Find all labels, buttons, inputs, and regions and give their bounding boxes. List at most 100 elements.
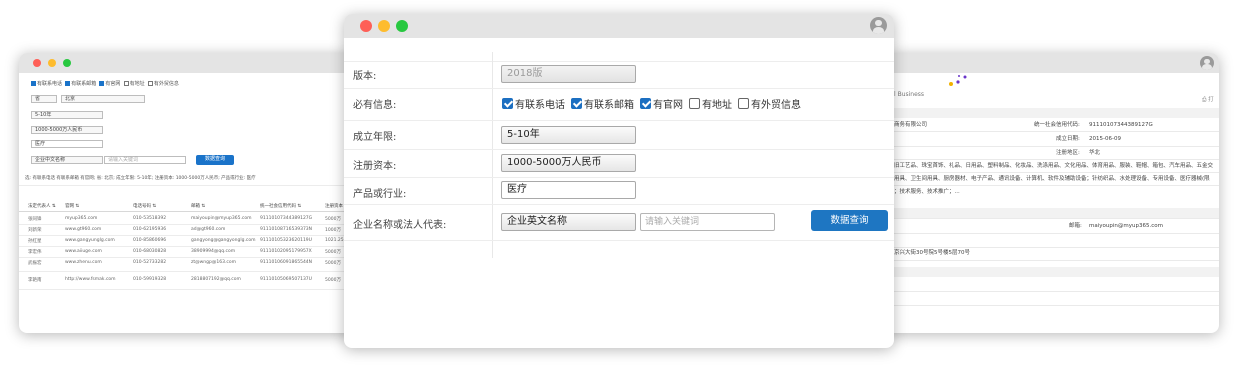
scope-line: 用具、卫生间用具、厨房器材、电子产品、通讯设备、计算机、软件及辅助设备；针纺织品… [894,176,1210,182]
scope-line: 旧工艺品、珠宝首饰、礼品、日用品、塑料制品、化妆品、洗涤用品、文化用品、体育用品… [894,163,1214,169]
checkbox-email[interactable]: 有联系邮箱 [571,96,634,111]
checkbox-checked-icon [571,98,582,109]
cell: 武振宏 [28,261,42,266]
capital-select[interactable]: 1000-5000万人民币 [501,154,636,172]
years-label: 成立年限: [353,132,397,143]
cell: http://www.fsmak.com [65,277,116,282]
cell: 5000万 [325,217,341,222]
right-window: l Business ⎙ 打 商务有限公司 统一社会信用代码: 91110107… [884,53,1219,333]
address-value: 京兴大街30号院5号楼5层70号 [894,250,970,256]
cell: 010-53518392 [133,216,167,221]
company-name: 商务有限公司 [894,122,928,128]
cell: myup365.com [65,216,98,221]
query-button[interactable]: 数据查询 [196,155,234,165]
cell: 2818807192@qq.com [191,277,241,282]
checkbox-phone[interactable]: 有联系电话 [502,96,565,111]
checkbox-website[interactable]: 有官网 [640,96,683,111]
capital-select[interactable]: 1000-5000万人民币 [31,126,103,134]
right-window-titlebar [884,53,1219,73]
col-legal-rep[interactable]: 法定代表人 ⇅ [28,203,56,209]
left-window: 有联系电话 有联系邮箱 有官网 有地址 有外贸信息 省 北京 5-10年 100… [19,53,359,333]
left-required-checkboxes: 有联系电话 有联系邮箱 有官网 有地址 有外贸信息 [31,81,179,88]
years-select[interactable]: 5-10年 [31,111,103,119]
region-label: 注册地区: [1056,150,1080,156]
cell: 5000万 [325,250,341,255]
cell: 孙红星 [28,239,42,244]
name-type-select[interactable]: 企业英文名称 [501,213,636,231]
checkbox-phone[interactable]: 有联系电话 [31,81,62,87]
email-label: 邮箱: [1069,223,1082,229]
col-email[interactable]: 邮箱 ⇅ [191,203,205,209]
cell: 李艳南 [28,278,42,283]
founded-value: 2015-06-09 [1089,136,1121,142]
maximize-dot-icon[interactable] [63,59,71,67]
cell: www.zhenu.com [65,260,102,265]
col-website[interactable]: 官网 ⇅ [65,203,79,209]
print-icon[interactable]: ⎙ 打 [1202,97,1214,104]
keyword-input[interactable]: 请输入关键词 [640,213,775,231]
credit-code-value: 91110107344389127G [1089,122,1153,128]
province-select[interactable]: 省 [31,95,57,103]
checkbox-checked-icon [640,98,651,109]
checkbox-label: 有外贸信息 [751,100,801,111]
cell: maiyoupin@myup365.com [191,216,252,221]
checkbox-unchecked-icon [738,98,749,109]
close-dot-icon[interactable] [360,20,372,32]
col-phone[interactable]: 电话号码 ⇅ [133,203,156,209]
checkbox-trade[interactable]: 有外贸信息 [147,81,179,87]
years-select[interactable]: 5-10年 [501,126,636,144]
industry-input[interactable]: 医疗 [31,140,103,148]
avatar-icon[interactable] [870,17,887,34]
required-info-label: 必有信息: [353,100,397,111]
cell: 5000万 [325,278,341,283]
cell: gangyong@gangyonglg.com [191,238,256,243]
logo-icon [949,75,967,86]
city-select[interactable]: 北京 [61,95,145,103]
cell: www.gt960.com [65,227,102,232]
version-select[interactable]: 2018版 [501,65,636,83]
checkbox-checked-icon [502,98,513,109]
cell: 91110106091865544N [260,260,313,265]
checkbox-trade[interactable]: 有外贸信息 [738,96,801,111]
cell: 91110105323620119U [260,238,312,243]
checkbox-address[interactable]: 有地址 [689,96,732,111]
required-info-options: 有联系电话 有联系邮箱 有官网 有地址 有外贸信息 [502,96,807,111]
filter-summary: 选: 有联系电话 有联系邮箱 有官网; 省: 北京; 成立年限: 5-10年; … [25,176,256,181]
close-dot-icon[interactable] [33,59,41,67]
cell: 010-52733282 [133,260,167,265]
region-value: 华北 [1089,150,1101,156]
version-label: 版本: [353,71,377,82]
avatar-icon[interactable] [1200,56,1214,70]
cell: 010-85860696 [133,238,167,243]
credit-code-label: 统一社会信用代码: [1034,122,1080,128]
minimize-dot-icon[interactable] [378,20,390,32]
minimize-dot-icon[interactable] [48,59,56,67]
cell: www.gangyunglg.com [65,238,115,243]
checkbox-label: 有联系邮箱 [584,100,634,111]
checkbox-address[interactable]: 有地址 [123,81,145,87]
maximize-dot-icon[interactable] [396,20,408,32]
query-button[interactable]: 数据查询 [811,210,888,231]
cell: 刘新荣 [28,228,42,233]
brand-text: l Business [894,91,925,98]
cell: 91110105069507137U [260,277,312,282]
keyword-input[interactable]: 请输入关键词 [104,156,186,164]
cell: www.aiiuge.com [65,249,102,254]
main-window: 版本: 2018版 必有信息: 有联系电话 有联系邮箱 有官网 有地址 有外贸信… [344,14,894,348]
cell: 010-59919328 [133,277,167,282]
scope-line: ；技术服务、技术推广；... [894,189,960,195]
company-name-label: 企业名称或法人代表: [353,220,447,231]
cell: 1021.25 [325,238,344,243]
col-credit-code[interactable]: 统一社会信用代码 ⇅ [260,203,301,209]
print-label: 打 [1208,97,1214,103]
name-type-select[interactable]: 企业中文名称 [31,156,103,164]
checkbox-email[interactable]: 有联系邮箱 [65,81,96,87]
checkbox-unchecked-icon [689,98,700,109]
cell: 91110108716539373N [260,227,313,232]
industry-input[interactable]: 医疗 [501,181,636,199]
email-value: maiyoupin@myup365.com [1089,223,1163,229]
cell: 38909994@qq.com [191,249,236,254]
checkbox-label: 有联系电话 [515,100,565,111]
checkbox-website[interactable]: 有官网 [99,81,120,87]
cell: ad@gt960.com [191,227,226,232]
